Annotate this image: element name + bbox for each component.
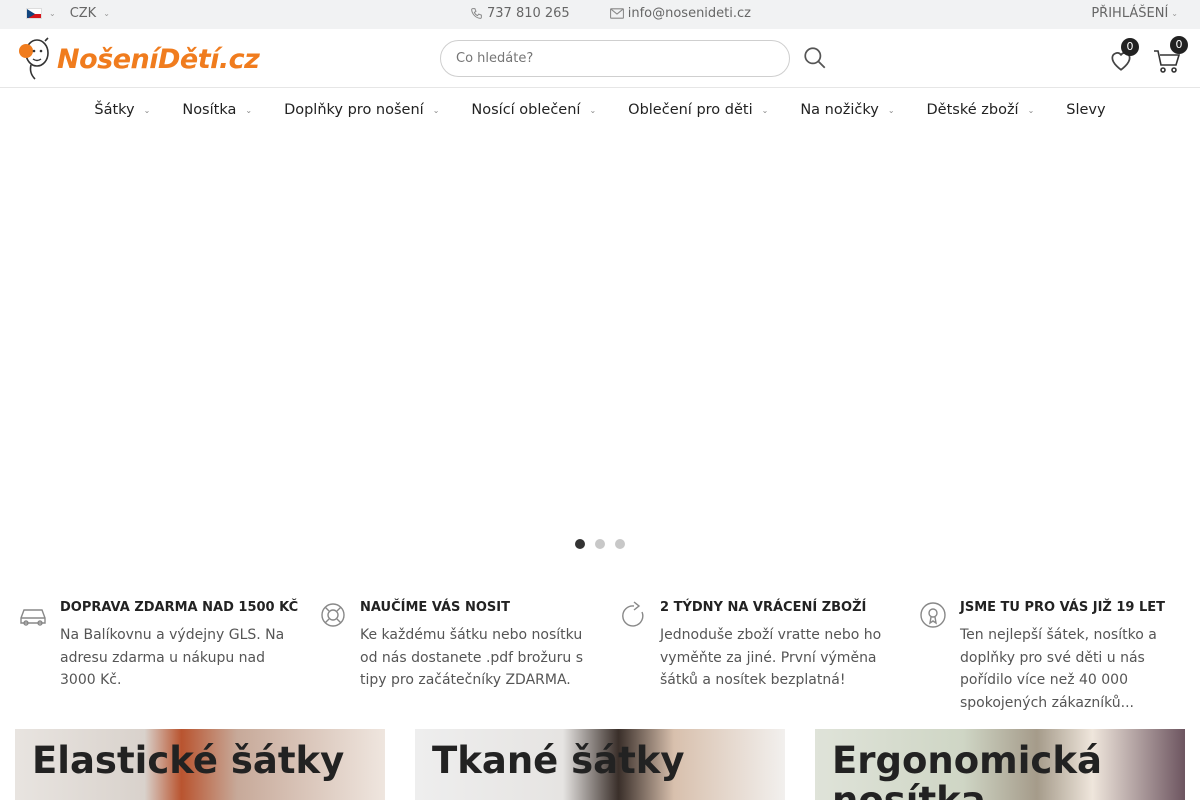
nav-item-satky[interactable]: Šátky ⌄ xyxy=(78,102,166,118)
site-logo[interactable]: NošeníDětí.cz xyxy=(17,37,260,81)
contact-info: 737 810 265 info@nosenideti.cz xyxy=(470,6,751,21)
chevron-down-icon: ⌄ xyxy=(245,105,253,115)
chevron-down-icon: ⌄ xyxy=(143,105,151,115)
chevron-down-icon: ⌄ xyxy=(1027,105,1035,115)
nav-item-detske-zbozi[interactable]: Dětské zboží ⌄ xyxy=(911,102,1051,118)
mail-icon xyxy=(609,8,624,19)
slider-dots xyxy=(575,539,625,549)
banner-title[interactable]: Tkané šátky xyxy=(432,741,685,781)
top-bar: ⌄ CZK ⌄ 737 810 265 info@nosenideti.cz P… xyxy=(0,0,1200,29)
nav-item-doplnky[interactable]: Doplňky pro nošení ⌄ xyxy=(268,102,455,118)
logo-mascot-icon xyxy=(19,37,49,80)
badge-icon xyxy=(920,602,946,628)
email-link[interactable]: info@nosenideti.cz xyxy=(609,6,751,21)
benefit-text: Jednoduše zboží vratte nebo ho vyměňte z… xyxy=(660,627,882,688)
phone-icon xyxy=(471,8,482,19)
nav-item-slevy[interactable]: Slevy xyxy=(1050,102,1121,118)
benefits-row: DOPRAVA ZDARMA NAD 1500 KČ Na Balíkovnu … xyxy=(0,596,1200,716)
search-input[interactable] xyxy=(440,40,790,77)
login-label[interactable]: PŘIHLÁŠENÍ xyxy=(1091,6,1168,21)
lifebuoy-icon xyxy=(321,603,345,627)
logo-text[interactable]: NošeníDětí.cz xyxy=(57,44,260,75)
nav-item-nositka[interactable]: Nosítka ⌄ xyxy=(166,102,268,118)
main-navigation: Šátky ⌄ Nosítka ⌄ Doplňky pro nošení ⌄ Nosí… xyxy=(0,88,1200,132)
nav-item-nosici-obleceni[interactable]: Nosící oblečení ⌄ xyxy=(455,102,612,118)
hero-slider[interactable] xyxy=(0,132,1200,562)
banner-woven-wraps[interactable]: Tkané šátky xyxy=(415,729,785,800)
nav-item-label[interactable]: Na nožičky xyxy=(800,102,878,118)
slider-dot[interactable] xyxy=(575,539,585,549)
slider-dot[interactable] xyxy=(615,539,625,549)
nav-item-obleceni-pro-deti[interactable]: Oblečení pro děti ⌄ xyxy=(612,102,784,118)
nav-item-na-nozicky[interactable]: Na nožičky ⌄ xyxy=(784,102,910,118)
benefit-text: Ten nejlepší šátek, nosítko a doplňky pr… xyxy=(960,627,1157,711)
nav-item-label[interactable]: Doplňky pro nošení xyxy=(284,102,424,118)
nav-item-label[interactable]: Nosítka xyxy=(182,102,236,118)
chevron-down-icon: ⌄ xyxy=(1171,9,1178,18)
nav-item-label[interactable]: Nosící oblečení xyxy=(471,102,580,118)
chevron-down-icon: ⌄ xyxy=(887,105,895,115)
car-icon xyxy=(20,609,46,626)
czech-flag-icon[interactable] xyxy=(26,8,42,19)
benefit-title: 2 TÝDNY NA VRÁCENÍ ZBOŽÍ xyxy=(660,600,867,615)
banner-title[interactable]: Ergonomická nosítka xyxy=(832,741,1185,800)
nav-item-label[interactable]: Oblečení pro děti xyxy=(628,102,752,118)
nav-item-label[interactable]: Dětské zboží xyxy=(927,102,1019,118)
benefit-text: Na Balíkovnu a výdejny GLS. Na adresu zd… xyxy=(60,627,285,688)
phone-link[interactable]: 737 810 265 xyxy=(470,6,570,21)
cart-count-badge: 0 xyxy=(1170,36,1188,54)
wishlist-count-badge: 0 xyxy=(1121,38,1139,56)
nav-item-label[interactable]: Slevy xyxy=(1066,102,1105,118)
locale-switcher[interactable]: ⌄ CZK ⌄ xyxy=(26,6,110,21)
benefit-title: NAUČÍME VÁS NOSIT xyxy=(360,600,510,615)
return-icon xyxy=(622,601,644,627)
email-address[interactable]: info@nosenideti.cz xyxy=(628,6,751,21)
chevron-down-icon: ⌄ xyxy=(49,9,56,18)
slider-dot[interactable] xyxy=(595,539,605,549)
login-link[interactable]: PŘIHLÁŠENÍ ⌄ xyxy=(1091,6,1178,21)
chevron-down-icon: ⌄ xyxy=(103,9,110,18)
currency-selector[interactable]: CZK xyxy=(70,6,97,21)
banner-elastic-wraps[interactable]: Elastické šátky xyxy=(15,729,385,800)
banner-ergonomic-carriers[interactable]: Ergonomická nosítka xyxy=(815,729,1185,800)
header: NošeníDětí.cz 0 0 xyxy=(0,29,1200,88)
benefit-title: DOPRAVA ZDARMA NAD 1500 KČ xyxy=(60,600,299,615)
chevron-down-icon: ⌄ xyxy=(432,105,440,115)
benefit-title: JSME TU PRO VÁS JIŽ 19 LET xyxy=(960,600,1166,615)
banner-title[interactable]: Elastické šátky xyxy=(32,741,344,781)
chevron-down-icon: ⌄ xyxy=(589,105,597,115)
nav-item-label[interactable]: Šátky xyxy=(94,102,134,118)
benefit-text: Ke každému šátku nebo nosítku od nás dos… xyxy=(360,627,584,688)
search-icon[interactable] xyxy=(802,45,828,71)
chevron-down-icon: ⌄ xyxy=(761,105,769,115)
phone-number[interactable]: 737 810 265 xyxy=(487,6,570,21)
